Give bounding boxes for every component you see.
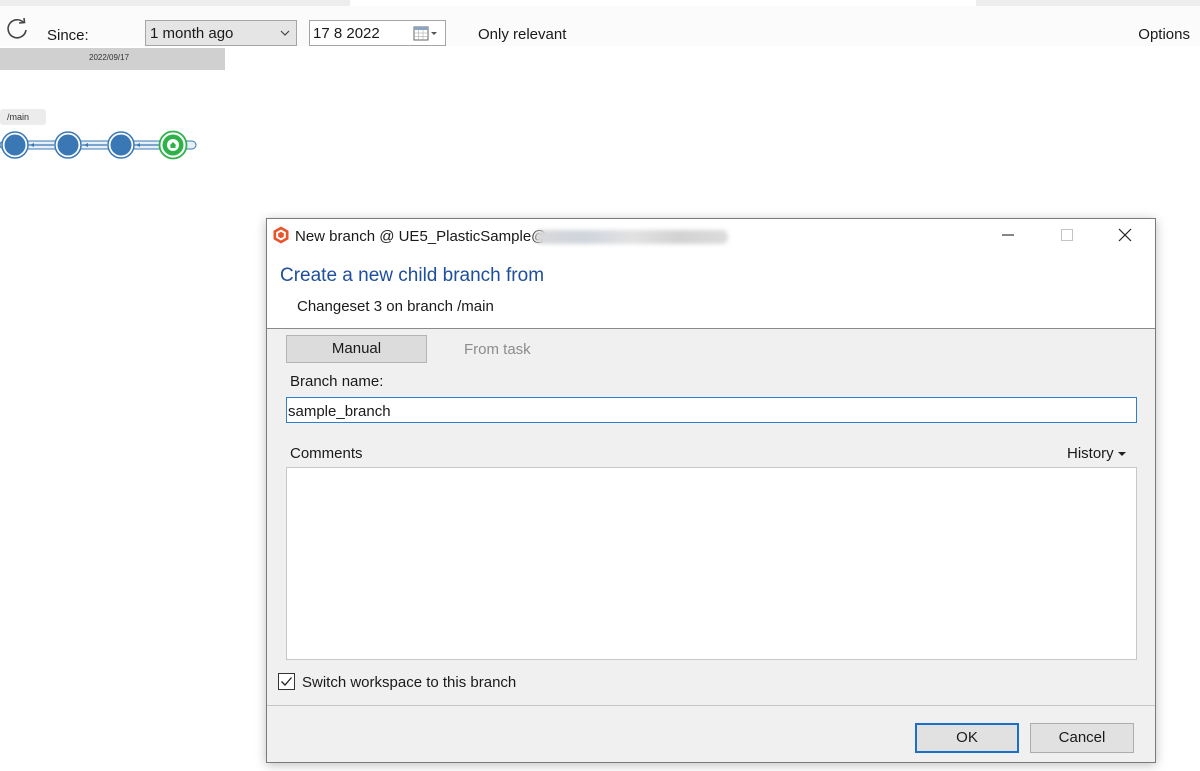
options-button[interactable]: Options — [1138, 26, 1190, 43]
branch-name-label: Branch name: — [290, 373, 384, 390]
changeset-node[interactable] — [107, 131, 135, 159]
branch-graph — [0, 130, 197, 160]
branch-name-input[interactable] — [286, 397, 1137, 423]
caret-down-icon — [1117, 452, 1126, 457]
switch-workspace-label[interactable]: Switch workspace to this branch — [302, 674, 516, 691]
history-label: History — [1067, 445, 1114, 462]
date-header: 2022/09/17 — [0, 48, 225, 70]
changeset-node[interactable] — [54, 131, 82, 159]
footer-divider — [267, 705, 1155, 706]
date-header-label: 2022/09/17 — [89, 53, 130, 62]
date-value: 17 8 2022 — [313, 25, 380, 42]
date-picker[interactable]: 17 8 2022 — [309, 20, 446, 46]
ok-button[interactable]: OK — [915, 723, 1019, 753]
tab-manual[interactable]: Manual — [286, 335, 427, 363]
tab-from-task[interactable]: From task — [464, 341, 531, 358]
maximize-icon — [1061, 229, 1073, 241]
plastic-logo-icon — [273, 226, 289, 244]
since-dropdown-value: 1 month ago — [150, 25, 234, 42]
head-changeset-node[interactable] — [158, 130, 188, 160]
since-dropdown[interactable]: 1 month ago — [145, 20, 297, 46]
dialog-heading: Create a new child branch from — [280, 265, 545, 286]
changeset-node[interactable] — [1, 131, 29, 159]
checkmark-icon — [281, 677, 292, 686]
since-label: Since: — [47, 27, 89, 44]
comments-textarea[interactable] — [286, 467, 1137, 660]
history-dropdown[interactable]: History — [1067, 445, 1126, 462]
cancel-button[interactable]: Cancel — [1030, 723, 1134, 753]
only-relevant-toggle[interactable]: Only relevant — [478, 26, 566, 43]
calendar-icon[interactable] — [413, 26, 439, 42]
comments-label: Comments — [290, 445, 363, 462]
close-icon[interactable] — [1115, 225, 1135, 245]
redacted-text — [535, 230, 728, 244]
dialog-title: New branch @ UE5_PlasticSample@ — [295, 228, 547, 245]
home-icon — [167, 139, 179, 151]
toolbar: Since: 1 month ago 17 8 2022 Only releva… — [0, 6, 1200, 46]
switch-workspace-checkbox[interactable] — [278, 673, 295, 690]
minimize-icon[interactable] — [998, 225, 1018, 245]
refresh-icon[interactable] — [5, 18, 29, 42]
source-changeset-label: Changeset 3 on branch /main — [297, 298, 494, 315]
dialog-header: New branch @ UE5_PlasticSample@ Create a… — [267, 219, 1155, 329]
new-branch-dialog: New branch @ UE5_PlasticSample@ Create a… — [266, 218, 1156, 763]
chevron-down-icon — [280, 30, 290, 36]
branch-tag[interactable]: /main — [0, 109, 46, 125]
branch-tag-label: /main — [7, 112, 30, 122]
